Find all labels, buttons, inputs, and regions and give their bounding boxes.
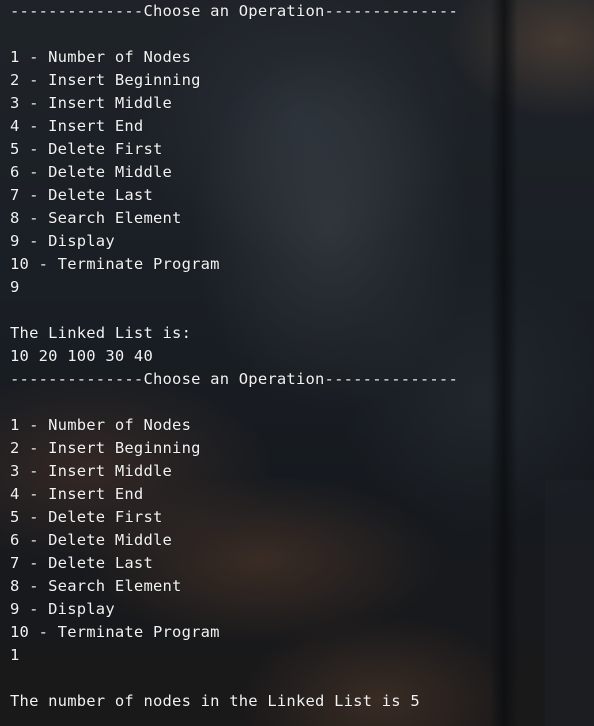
user-input: 9 (10, 278, 20, 296)
menu-option: 7 - Delete Last (10, 554, 153, 572)
menu-option: 5 - Delete First (10, 508, 163, 526)
menu-option: 10 - Terminate Program (10, 623, 220, 641)
output-text: The Linked List is: (10, 324, 192, 342)
menu-option: 8 - Search Element (10, 209, 182, 227)
menu-option: 10 - Terminate Program (10, 255, 220, 273)
menu-header: --------------Choose an Operation-------… (10, 370, 458, 388)
menu-option: 9 - Display (10, 232, 115, 250)
menu-option: 8 - Search Element (10, 577, 182, 595)
menu-option: 3 - Insert Middle (10, 462, 173, 480)
output-text: 10 20 100 30 40 (10, 347, 153, 365)
menu-option: 2 - Insert Beginning (10, 71, 201, 89)
menu-option: 3 - Insert Middle (10, 94, 173, 112)
output-text: The number of nodes in the Linked List i… (10, 692, 420, 710)
user-input: 1 (10, 646, 20, 664)
menu-option: 6 - Delete Middle (10, 163, 173, 181)
menu-option: 6 - Delete Middle (10, 531, 173, 549)
menu-option: 5 - Delete First (10, 140, 163, 158)
menu-option: 9 - Display (10, 600, 115, 618)
menu-option: 2 - Insert Beginning (10, 439, 201, 457)
menu-option: 7 - Delete Last (10, 186, 153, 204)
menu-header: --------------Choose an Operation-------… (10, 2, 458, 20)
menu-option: 1 - Number of Nodes (10, 48, 192, 66)
menu-option: 4 - Insert End (10, 117, 144, 135)
menu-option: 4 - Insert End (10, 485, 144, 503)
terminal-output[interactable]: --------------Choose an Operation-------… (0, 0, 594, 726)
menu-option: 1 - Number of Nodes (10, 416, 192, 434)
